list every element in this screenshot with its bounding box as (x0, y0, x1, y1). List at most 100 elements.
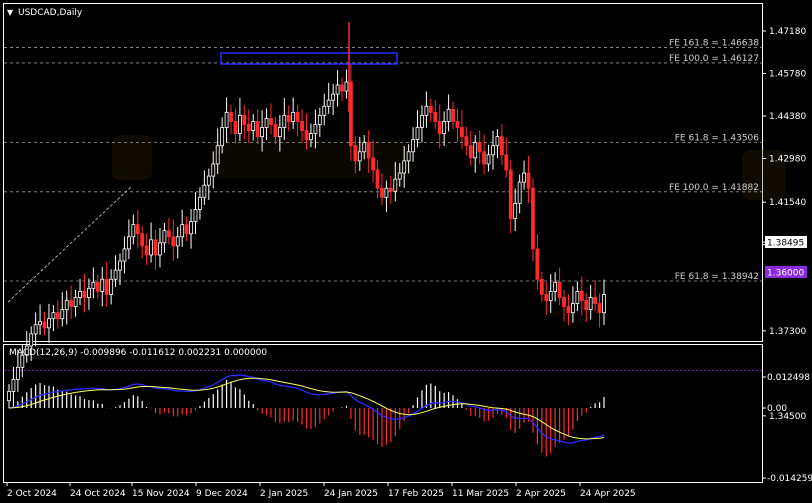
candle-body (104, 278, 109, 295)
macd-tick-label: -0.014259 (767, 474, 812, 484)
time-tick-label: 24 Oct 2024 (70, 489, 126, 499)
candle-body (282, 114, 287, 128)
candle-body (55, 312, 60, 320)
candle-body (473, 142, 478, 159)
candle-body (309, 133, 313, 141)
candle-body (242, 114, 247, 125)
fib-level-label: FE 100.0 = 1.46127 (669, 54, 759, 64)
fib-level-label: FE 61.8 = 1.43506 (675, 134, 760, 144)
support-price-text: 1.36000 (767, 269, 804, 279)
candle-body (415, 127, 420, 141)
symbol-dropdown-icon[interactable]: ▼ (7, 8, 14, 17)
candle-body (47, 318, 51, 329)
candle-body (158, 242, 162, 256)
candle-body (526, 172, 531, 189)
candle-body (251, 121, 256, 131)
macd-tick-label: 0.012498 (767, 373, 810, 383)
candle-body (539, 278, 544, 295)
candle-body (517, 181, 522, 204)
time-tick-label: 9 Dec 2024 (196, 489, 248, 499)
candle-body (562, 297, 566, 307)
candle-body (144, 245, 149, 256)
candle-body (198, 196, 202, 210)
candle-body (166, 230, 171, 238)
macd-indicator-label: MACD(12,26,9) -0.009896 -0.011612 0.0022… (9, 348, 267, 358)
trading-chart[interactable]: FE 161.8 = 1.46638 FE 100.0 = 1.46127 FE 6… (0, 0, 812, 503)
candle-body (109, 278, 114, 295)
candle-body (60, 309, 65, 320)
candle-body (393, 178, 398, 192)
time-axis: 2 Oct 2024 24 Oct 2024 15 Nov 2024 9 Dec 20… (6, 482, 636, 499)
candle-body (78, 291, 82, 298)
candle-body (522, 172, 526, 183)
candle-body (499, 136, 504, 156)
candle-body (202, 184, 207, 198)
candle-body (304, 130, 309, 141)
candle-body (122, 248, 127, 262)
candle-body (113, 269, 118, 280)
current-price-text: 1.38495 (767, 239, 804, 249)
candle-body (406, 151, 411, 162)
time-tick-label: 24 Jan 2025 (324, 489, 378, 499)
candle-body (224, 111, 229, 128)
candle-body (255, 121, 260, 138)
candle-body (69, 300, 74, 307)
candle-body (189, 221, 193, 235)
candle-body (566, 306, 571, 314)
price-tick-label: 1.44380 (769, 112, 806, 122)
candle-body (531, 187, 535, 250)
candle-body (317, 114, 322, 125)
candle-body (571, 303, 575, 314)
candle-body (229, 111, 233, 122)
candle-body (553, 281, 558, 292)
candle-body (313, 124, 318, 134)
candle-body (349, 81, 353, 147)
candle-body (38, 321, 42, 326)
macd-panel-frame (3, 344, 763, 483)
symbol-timeframe-label: USDCAD,Daily (18, 8, 83, 18)
trend-line[interactable] (7, 185, 133, 303)
candle-body (442, 121, 447, 134)
candle-body (326, 99, 331, 107)
candle-body (153, 239, 158, 256)
candle-body (362, 142, 367, 153)
candle-body (300, 121, 304, 131)
candle-body (513, 202, 518, 219)
candle-body (73, 297, 78, 307)
candle-body (7, 391, 11, 402)
candle-body (584, 300, 589, 311)
candle-body (504, 154, 509, 171)
candle-body (548, 291, 553, 301)
resistance-zone-rectangle[interactable] (220, 52, 398, 65)
candle-body (402, 160, 407, 174)
candle-body (87, 287, 91, 298)
candle-body (233, 121, 238, 134)
candle-body (322, 105, 327, 116)
time-tick-label: 17 Feb 2025 (388, 489, 444, 499)
time-tick-label: 15 Nov 2024 (132, 489, 190, 499)
candle-body (42, 321, 47, 329)
macd-indicator (8, 374, 605, 457)
fib-level-label: FE 161.8 = 1.46638 (669, 38, 759, 48)
candle-body (295, 111, 300, 122)
candle-body (464, 136, 469, 147)
candle-body (380, 187, 384, 198)
candle-body (468, 145, 473, 159)
candle-body (331, 93, 336, 101)
candle-body (33, 324, 38, 335)
fib-level-label: FE 100.0 = 1.41882 (669, 183, 759, 193)
candle-body (193, 209, 198, 222)
candle-body (384, 187, 389, 198)
price-tick-label: 1.41540 (769, 198, 806, 208)
candle-body (277, 127, 282, 138)
candle-body (411, 139, 415, 153)
candle-body (544, 294, 549, 301)
candle-body (11, 379, 16, 392)
candle-body (29, 333, 34, 347)
candle-body (437, 121, 442, 134)
candle-body (206, 175, 211, 186)
candle-body (397, 172, 402, 180)
price-tick-label: 1.47180 (769, 27, 806, 37)
time-tick-label: 2 Apr 2025 (516, 489, 566, 499)
candle-body (420, 114, 424, 128)
